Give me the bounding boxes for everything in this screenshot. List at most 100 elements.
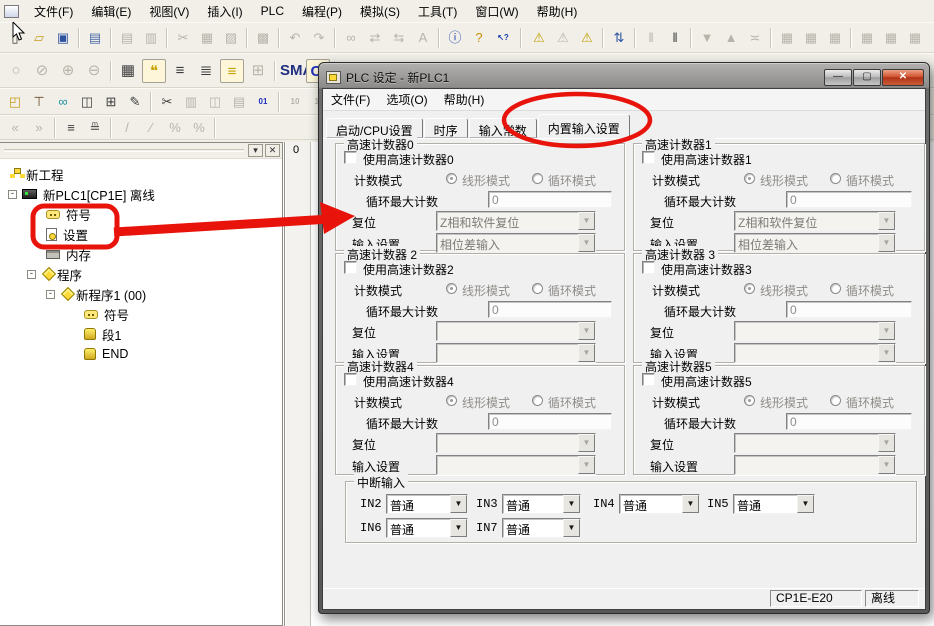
pou-window-icon[interactable]: ◰ [4, 92, 26, 112]
context-help-icon[interactable]: ↖? [492, 28, 514, 48]
chevron-down-icon[interactable]: ▼ [578, 434, 595, 452]
interrupt-combobox-IN4[interactable]: 普通▼ [619, 494, 700, 514]
menu-edit[interactable]: 编辑(E) [82, 0, 140, 23]
ring-mode-radio[interactable] [830, 173, 841, 184]
maximize-button[interactable]: ▢ [853, 69, 881, 86]
find-error-icon[interactable]: ⚠ [576, 28, 598, 48]
chevron-down-icon[interactable]: ▼ [878, 234, 895, 252]
dialog-menu-help[interactable]: 帮助(H) [436, 88, 493, 111]
paste-icon[interactable]: ▨ [220, 28, 242, 48]
tree-item-plc[interactable]: - 新PLC1[CP1E] 离线 [0, 184, 282, 204]
coil-icon[interactable]: % [164, 118, 186, 138]
undo-icon[interactable]: ↶ [284, 28, 306, 48]
open-project-icon[interactable]: ▱ [28, 28, 50, 48]
rung-list-icon[interactable]: ≡ [168, 59, 192, 83]
tree-item-symbols[interactable]: 符号 [0, 204, 282, 224]
input-setting-combobox[interactable]: 相位差输入▼ [436, 233, 596, 253]
chevron-down-icon[interactable]: ▼ [682, 495, 699, 513]
ring-max-input[interactable]: 0 [786, 191, 912, 208]
find-text-icon[interactable]: A [412, 28, 434, 48]
align-top-icon[interactable]: ≞ [84, 118, 106, 138]
io-monitor-icon[interactable]: ▦ [856, 28, 878, 48]
new-file-icon[interactable]: ▯ [4, 28, 26, 48]
dialog-titlebar[interactable]: PLC 设定 - 新PLC1 — ▢ ✕ [322, 66, 926, 88]
tree-item-program-symbols[interactable]: 符号 [0, 304, 282, 324]
chevron-down-icon[interactable]: ▼ [878, 456, 895, 474]
reset-combobox[interactable]: ▼ [734, 433, 896, 453]
ring-max-input[interactable]: 0 [786, 301, 912, 318]
output-window-icon[interactable]: ◫ [204, 92, 226, 112]
chevron-down-icon[interactable]: ▼ [878, 434, 895, 452]
use-counter-checkbox[interactable] [642, 373, 655, 386]
mdi-child-icon[interactable] [4, 5, 19, 18]
menu-plc[interactable]: PLC [252, 1, 293, 21]
ring-max-input[interactable]: 0 [488, 413, 612, 430]
ring-mode-radio[interactable] [532, 173, 543, 184]
menu-file[interactable]: 文件(F) [25, 0, 82, 23]
run-mode-icon[interactable]: ▦ [776, 28, 798, 48]
use-counter-checkbox[interactable] [642, 261, 655, 274]
program-mode-icon[interactable]: ▦ [824, 28, 846, 48]
tree-item-new-program[interactable]: - 新程序1 (00) [0, 284, 282, 304]
ring-mode-radio[interactable] [532, 395, 543, 406]
reset-combobox[interactable]: Z相和软件复位▼ [436, 211, 596, 231]
program-tree-icon[interactable]: ⊞ [246, 59, 270, 83]
ring-max-input[interactable]: 0 [786, 413, 912, 430]
tab-startup-cpu[interactable]: 启动/CPU设置 [326, 118, 423, 138]
tab-builtin-input[interactable]: 内置输入设置 [538, 114, 630, 138]
chevron-down-icon[interactable]: ▾ [248, 144, 263, 157]
save-icon[interactable]: ▣ [52, 28, 74, 48]
tree-item-end[interactable]: END [0, 344, 282, 364]
collapse-icon[interactable]: - [46, 290, 55, 299]
print-preview-project-icon[interactable]: ▤ [84, 28, 106, 48]
drag-grip[interactable] [4, 149, 244, 152]
coil-not-icon[interactable]: % [188, 118, 210, 138]
address-reference-icon[interactable]: ▥ [180, 92, 202, 112]
contact-icon[interactable]: / [116, 118, 138, 138]
indent-icon[interactable]: » [28, 118, 50, 138]
linear-mode-radio[interactable] [744, 283, 755, 294]
upload-icon[interactable]: ▲ [720, 28, 742, 48]
use-counter-checkbox[interactable] [642, 151, 655, 164]
linear-mode-radio[interactable] [744, 395, 755, 406]
zoom-cancel-icon[interactable]: ⊘ [30, 59, 54, 83]
tree-item-settings[interactable]: 设置 [0, 224, 282, 244]
about-icon[interactable]: ⓘ [444, 28, 466, 48]
close-icon[interactable]: ✕ [265, 144, 280, 157]
properties-icon[interactable]: ✎ [124, 92, 146, 112]
reset-combobox[interactable]: ▼ [436, 321, 596, 341]
tree-item-memory[interactable]: 内存 [0, 244, 282, 264]
linear-mode-radio[interactable] [744, 173, 755, 184]
tree-item-programs[interactable]: - 程序 [0, 264, 282, 284]
ring-max-input[interactable]: 0 [488, 301, 612, 318]
menu-program[interactable]: 编程(P) [293, 0, 351, 23]
new-view-icon[interactable]: ⊞ [100, 92, 122, 112]
chevron-down-icon[interactable]: ▼ [797, 495, 814, 513]
menu-tools[interactable]: 工具(T) [409, 0, 466, 23]
collapse-icon[interactable]: - [27, 270, 36, 279]
input-setting-combobox[interactable]: 相位差输入▼ [734, 233, 896, 253]
chevron-down-icon[interactable]: ▼ [878, 344, 895, 362]
pause-icon[interactable]: ‖ [664, 28, 686, 48]
menu-view[interactable]: 视图(V) [140, 0, 198, 23]
paste-special-icon[interactable]: ▩ [252, 28, 274, 48]
interrupt-combobox-IN5[interactable]: 普通▼ [733, 494, 815, 514]
help-icon[interactable]: ? [468, 28, 490, 48]
rung-highlight-icon[interactable]: ≡ [220, 59, 244, 83]
minimize-button[interactable]: — [824, 69, 852, 86]
rung-compact-icon[interactable]: ≣ [194, 59, 218, 83]
print-icon[interactable]: ▤ [116, 28, 138, 48]
decimal-display-icon[interactable]: 10 [284, 92, 306, 112]
tab-timing[interactable]: 时序 [424, 118, 468, 138]
compile-icon[interactable]: ⚠ [528, 28, 550, 48]
chevron-down-icon[interactable]: ▼ [450, 519, 467, 537]
linear-mode-radio[interactable] [446, 173, 457, 184]
reset-combobox[interactable]: ▼ [436, 433, 596, 453]
ring-mode-radio[interactable] [532, 283, 543, 294]
dialog-menu-options[interactable]: 选项(O) [378, 88, 435, 111]
chevron-down-icon[interactable]: ▼ [878, 322, 895, 340]
show-comments-icon[interactable]: ❝ [142, 59, 166, 83]
copy-icon[interactable]: ▦ [196, 28, 218, 48]
tab-input-constant[interactable]: 输入常数 [469, 118, 537, 138]
chevron-down-icon[interactable]: ▼ [563, 519, 580, 537]
